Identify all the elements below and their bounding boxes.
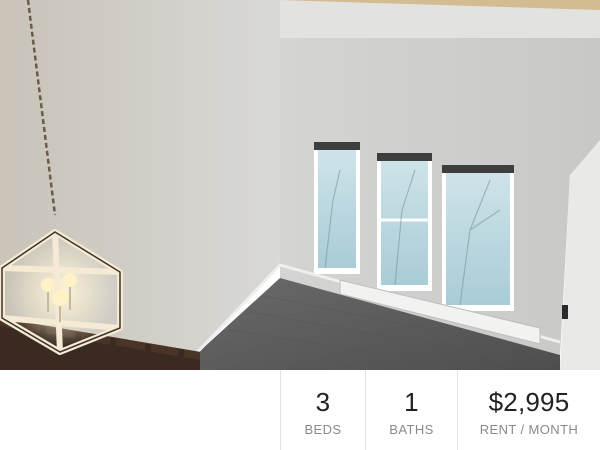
- beds-stat: 3 BEDS: [281, 370, 365, 450]
- window-3: [442, 165, 514, 311]
- door-handle: [562, 305, 568, 319]
- rent-label: RENT / MONTH: [479, 422, 579, 437]
- window-1: [314, 142, 360, 274]
- window-2: [377, 153, 432, 291]
- listing-photo[interactable]: [0, 0, 600, 370]
- baths-stat: 1 BATHS: [366, 370, 457, 450]
- listing-stats-bar: 3 BEDS 1 BATHS $2,995 RENT / MONTH: [0, 370, 600, 450]
- rent-value: $2,995: [488, 387, 570, 417]
- beds-label: BEDS: [304, 422, 342, 437]
- beds-value: 3: [315, 387, 331, 417]
- baths-value: 1: [404, 387, 419, 417]
- rent-stat: $2,995 RENT / MONTH: [458, 370, 600, 450]
- baths-label: BATHS: [389, 422, 434, 437]
